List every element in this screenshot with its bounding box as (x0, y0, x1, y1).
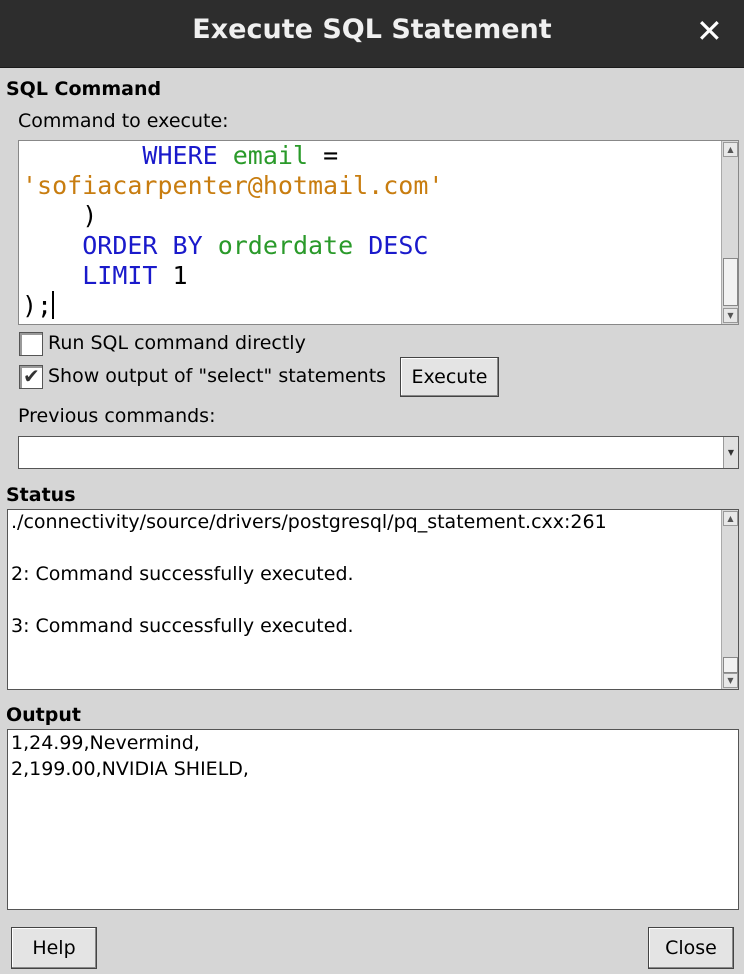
code-keyword: WHERE (142, 141, 218, 170)
code-string: 'sofiacarpenter@hotmail.com' (22, 171, 444, 200)
code-number: 1 (172, 261, 188, 290)
code-paren: ) (82, 201, 98, 230)
help-button[interactable]: Help (11, 927, 97, 969)
sql-command-editor[interactable]: WHERE email = 'sofiacarpenter@hotmail.co… (18, 140, 739, 325)
output-line: 2,199.00,NVIDIA SHIELD, (11, 758, 249, 780)
close-icon[interactable]: ✕ (696, 14, 723, 48)
show-output-label: Show output of "select" statements (48, 365, 387, 387)
close-button[interactable]: Close (648, 927, 734, 969)
show-output-checkbox[interactable]: ✔ (19, 364, 43, 389)
dialog-title: Execute SQL Statement (192, 14, 552, 45)
status-section-label: Status (6, 484, 76, 506)
status-line: 2: Command successfully executed. (11, 563, 354, 585)
status-scrollbar[interactable]: ▲ ▼ (721, 510, 738, 689)
scroll-down-arrow-icon[interactable]: ▼ (723, 308, 738, 323)
command-to-execute-label: Command to execute: (18, 110, 229, 132)
scroll-up-arrow-icon[interactable]: ▲ (723, 511, 738, 526)
code-keyword: LIMIT (82, 261, 158, 290)
code-keyword: ORDER BY (82, 231, 203, 260)
code-identifier: email (232, 141, 309, 170)
output-box[interactable]: 1,24.99,Nevermind, 2,199.00,NVIDIA SHIEL… (7, 729, 739, 910)
code-keyword: DESC (368, 231, 429, 260)
code-close: ); (22, 291, 53, 320)
status-log[interactable]: ./connectivity/source/drivers/postgresql… (7, 509, 739, 690)
scrollbar-thumb[interactable] (723, 657, 738, 673)
code-identifier: orderdate (217, 231, 354, 260)
code-operator: = (323, 141, 339, 170)
scroll-down-arrow-icon[interactable]: ▼ (723, 673, 738, 688)
scrollbar-thumb[interactable] (723, 258, 738, 306)
previous-commands-select[interactable]: ▼ (18, 436, 739, 469)
status-line: 3: Command successfully executed. (11, 615, 354, 637)
status-line: ./connectivity/source/drivers/postgresql… (11, 511, 607, 533)
execute-button[interactable]: Execute (400, 357, 499, 397)
sql-code[interactable]: WHERE email = 'sofiacarpenter@hotmail.co… (22, 141, 722, 321)
output-section-label: Output (6, 704, 81, 726)
title-bar: Execute SQL Statement ✕ (0, 0, 744, 68)
run-directly-checkbox[interactable] (19, 332, 43, 356)
checkmark-icon: ✔ (23, 364, 40, 388)
sql-command-section-label: SQL Command (6, 78, 162, 100)
output-line: 1,24.99,Nevermind, (11, 732, 200, 754)
scroll-up-arrow-icon[interactable]: ▲ (723, 142, 738, 157)
chevron-down-icon[interactable]: ▼ (723, 437, 738, 468)
text-cursor (52, 291, 55, 319)
sql-editor-scrollbar[interactable]: ▲ ▼ (721, 141, 738, 324)
command-to-execute-label-text: Command to execute: (18, 110, 229, 132)
previous-commands-label: Previous commands: (18, 405, 216, 427)
run-directly-label: Run SQL command directly (48, 332, 306, 354)
